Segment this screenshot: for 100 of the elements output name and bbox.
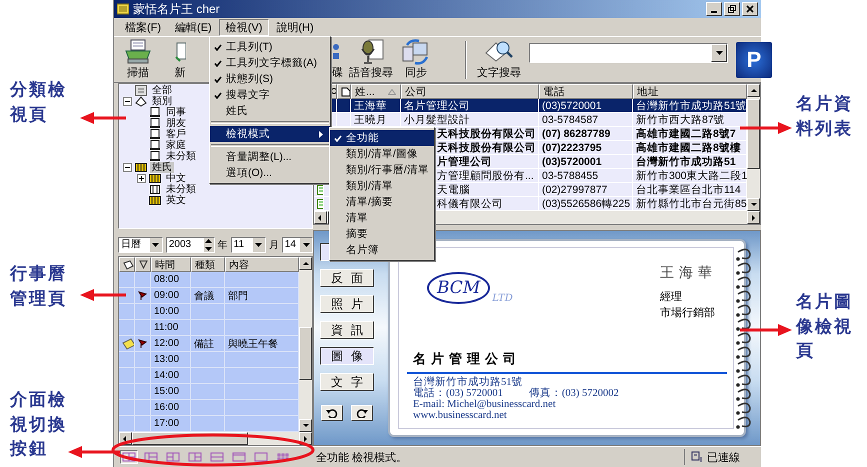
- column-header[interactable]: 姓...: [351, 84, 401, 99]
- layout-button[interactable]: [252, 450, 270, 464]
- close-icon: [746, 5, 754, 13]
- tree-item[interactable]: 類別: [150, 96, 174, 107]
- index-icon: [149, 173, 161, 184]
- column-header[interactable]: 電話: [539, 84, 633, 99]
- menu-item[interactable]: 編輯(E): [168, 18, 219, 36]
- restore-button[interactable]: [724, 2, 740, 16]
- column-header[interactable]: 種類: [191, 257, 225, 272]
- tree-item[interactable]: 未分類: [164, 151, 198, 162]
- time-cell: 14:00: [151, 368, 191, 383]
- layout-button[interactable]: [164, 450, 182, 464]
- tree-item[interactable]: 朋友: [164, 118, 188, 129]
- column-header[interactable]: 公司: [401, 84, 539, 99]
- vertical-scrollbar[interactable]: [299, 257, 312, 432]
- toolbar-button[interactable]: 文字搜尋: [473, 39, 525, 80]
- address-cell: 新竹市300東大路二段1: [636, 168, 748, 182]
- menu-item[interactable]: 清單: [330, 210, 434, 226]
- toolbar-button[interactable]: 碟: [332, 39, 343, 80]
- toolbar-button[interactable]: 語音搜尋: [345, 39, 397, 80]
- category-icon: [135, 96, 147, 107]
- address-cell: 新竹縣竹北市台元街85: [636, 196, 747, 210]
- column-header[interactable]: [337, 84, 351, 99]
- app-icon: [117, 3, 129, 15]
- rotate-right-button[interactable]: [351, 405, 373, 421]
- address-cell: 高雄市建國二路8號樓: [636, 140, 741, 154]
- column-header[interactable]: [119, 257, 135, 272]
- minimize-button[interactable]: [706, 2, 722, 16]
- logo-suffix-text: LTD: [492, 293, 513, 304]
- rotate-left-button[interactable]: [321, 405, 343, 421]
- expand-toggle-icon[interactable]: [137, 174, 146, 183]
- fax-text: 傳真：(03) 5720002: [528, 388, 619, 399]
- menu-item[interactable]: 名片簿: [330, 242, 434, 258]
- dropdown-button[interactable]: [711, 44, 727, 62]
- column-header[interactable]: 地址: [633, 84, 747, 99]
- menu-item[interactable]: 工具列文字標籤(A): [210, 55, 330, 71]
- column-header[interactable]: 時間: [151, 257, 191, 272]
- layout-icon: [276, 452, 290, 462]
- tree-item[interactable]: 姓氏: [150, 162, 174, 173]
- layout-button[interactable]: [208, 450, 226, 464]
- company-cell: 天電腦: [437, 182, 470, 196]
- search-field[interactable]: [529, 42, 728, 62]
- index-icon: [149, 195, 161, 206]
- toolbar-button[interactable]: 掃描: [120, 39, 156, 80]
- tree-item[interactable]: 同事: [164, 107, 188, 118]
- tree-item[interactable]: 家庭: [164, 140, 188, 151]
- time-cell: 17:00: [151, 416, 191, 431]
- job-title: 經理: [660, 290, 683, 304]
- expand-toggle-icon[interactable]: [123, 163, 132, 172]
- annotation-arrow: [80, 289, 126, 301]
- status-message: 全功能 檢視模式。: [316, 450, 408, 464]
- view-button[interactable]: 反面: [320, 269, 374, 287]
- annotation-label: 分類檢視頁: [10, 79, 68, 127]
- menu-item[interactable]: 說明(H): [269, 18, 321, 36]
- event-type-cell-text: 會議: [194, 290, 214, 302]
- close-button[interactable]: [742, 2, 758, 16]
- connection-status: 已連線: [707, 450, 740, 464]
- view-button[interactable]: 照片: [320, 295, 374, 313]
- view-dropdown[interactable]: 日曆: [118, 237, 163, 253]
- column-header[interactable]: 內容: [225, 257, 299, 272]
- caret-icon: [152, 243, 160, 247]
- tree-item[interactable]: 中文: [164, 173, 188, 184]
- annotation-label: 名片資料列表: [796, 93, 854, 141]
- card-stack-icon: [149, 129, 161, 140]
- year-spinner[interactable]: 2003: [166, 237, 215, 253]
- toolbar-button[interactable]: 同步: [397, 39, 435, 80]
- year-unit-label: 年: [218, 239, 228, 252]
- time-cell: 16:00: [151, 400, 191, 415]
- column-header[interactable]: [135, 257, 151, 272]
- layout-icon: [122, 452, 136, 462]
- layout-button[interactable]: [230, 450, 248, 464]
- view-button[interactable]: 資訊: [320, 321, 374, 339]
- company-cell: 小月髮型設計: [404, 112, 470, 126]
- month-dropdown[interactable]: 11: [230, 237, 266, 253]
- tree-item[interactable]: 未分類: [164, 184, 198, 195]
- menu-item[interactable]: 檢視(V): [218, 18, 270, 36]
- menu-item[interactable]: 狀態列(S): [210, 71, 330, 87]
- menu-item[interactable]: 工具列(T): [210, 39, 330, 55]
- document-icon: [341, 86, 350, 96]
- view-button[interactable]: 文字: [320, 373, 374, 391]
- menu-item[interactable]: 檢視模式: [210, 126, 330, 142]
- annotation-label: 名片圖像檢視頁: [796, 291, 854, 364]
- logo-button[interactable]: P: [736, 42, 772, 78]
- phone-cell: 03-5788455: [542, 170, 598, 182]
- menu-item[interactable]: 摘要: [330, 226, 434, 242]
- layout-button[interactable]: [186, 450, 204, 464]
- annotation-arrow: [740, 122, 792, 134]
- tree-item[interactable]: 全部: [150, 85, 174, 96]
- tree-item[interactable]: 客戶: [164, 129, 188, 140]
- menu-item[interactable]: 清單/摘要: [330, 194, 434, 210]
- menu-item[interactable]: 全功能: [330, 130, 434, 146]
- day-dropdown[interactable]: 14: [282, 237, 313, 253]
- toolbar-button[interactable]: 新: [170, 39, 186, 80]
- vertical-scrollbar[interactable]: [747, 84, 760, 211]
- menu-item[interactable]: 檔案(F): [118, 18, 168, 36]
- view-button[interactable]: 圖像: [320, 347, 374, 365]
- layout-button[interactable]: [142, 450, 160, 464]
- tree-item[interactable]: 英文: [164, 195, 188, 206]
- expand-toggle-icon[interactable]: [123, 97, 132, 106]
- time-cell: 12:00: [151, 336, 191, 351]
